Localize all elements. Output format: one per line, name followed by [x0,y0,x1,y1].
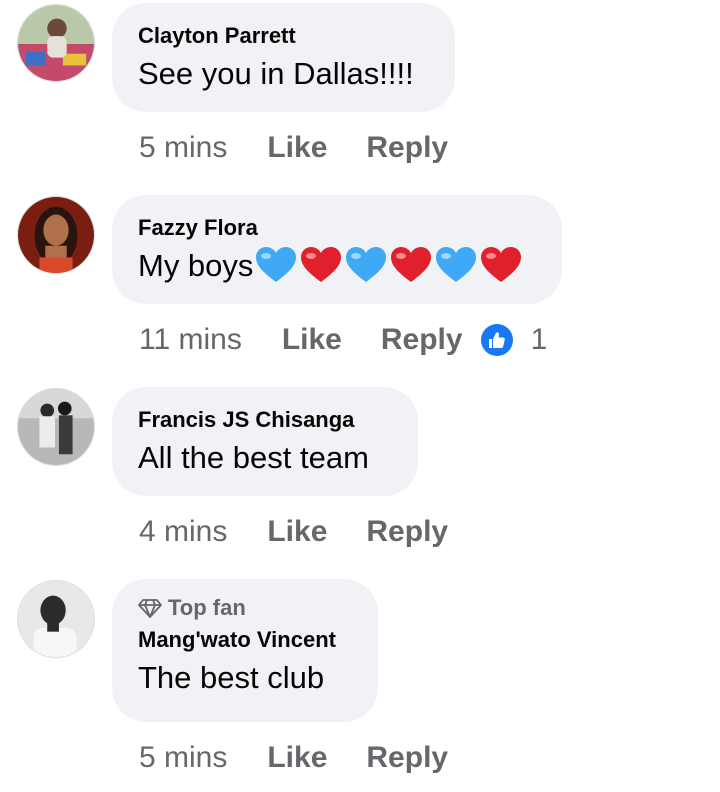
thumbs-up-icon [480,324,513,356]
reply-button[interactable]: Reply [366,741,448,775]
comment-author[interactable]: Clayton Parrett [138,21,429,51]
reply-button[interactable]: Reply [366,515,448,549]
comment-timestamp[interactable]: 11 mins [139,323,242,357]
comment-bubble: Top fan Mang'wato Vincent The best club [112,579,378,722]
top-fan-badge: Top fan [138,593,352,623]
comment-author[interactable]: Fazzy Flora [138,213,536,243]
avatar[interactable] [17,580,95,658]
reaction-summary[interactable]: 1 [480,323,548,357]
avatar[interactable] [17,196,95,274]
comment-timestamp[interactable]: 5 mins [139,131,227,165]
reply-button[interactable]: Reply [381,323,463,357]
reaction-count: 1 [530,323,548,356]
comment-text: My boys [138,245,536,287]
comment-actions: 11 mins Like Reply 1 [139,320,547,360]
comment-bubble: Francis JS Chisanga All the best team [112,387,418,496]
comment-bubble: Clayton Parrett See you in Dallas!!!! [112,3,455,112]
comment-author[interactable]: Mang'wato Vincent [138,625,352,655]
blue-heart-emoji [256,247,297,282]
top-fan-label: Top fan [168,595,246,620]
red-heart-emoji [481,247,522,282]
diamond-icon [138,599,162,618]
comment-actions: 5 mins Like Reply [139,738,487,778]
like-button[interactable]: Like [267,131,327,165]
avatar[interactable] [17,4,95,82]
like-button[interactable]: Like [267,741,327,775]
reply-button[interactable]: Reply [366,131,448,165]
comment-timestamp[interactable]: 4 mins [139,515,227,549]
comment-text: All the best team [138,440,369,475]
comment-bubble: Fazzy Flora My boys [112,195,562,304]
red-heart-emoji [301,247,342,282]
comment-actions: 4 mins Like Reply [139,512,487,552]
like-button[interactable]: Like [267,515,327,549]
avatar[interactable] [17,388,95,466]
blue-heart-emoji [436,247,477,282]
comment-timestamp[interactable]: 5 mins [139,741,227,775]
comment-text: See you in Dallas!!!! [138,56,414,91]
comment-author[interactable]: Francis JS Chisanga [138,405,392,435]
red-heart-emoji [391,247,432,282]
like-button[interactable]: Like [282,323,342,357]
comment-text-body: My boys [138,248,254,283]
comment-text: The best club [138,660,325,695]
blue-heart-emoji [346,247,387,282]
comment-actions: 5 mins Like Reply [139,128,487,168]
